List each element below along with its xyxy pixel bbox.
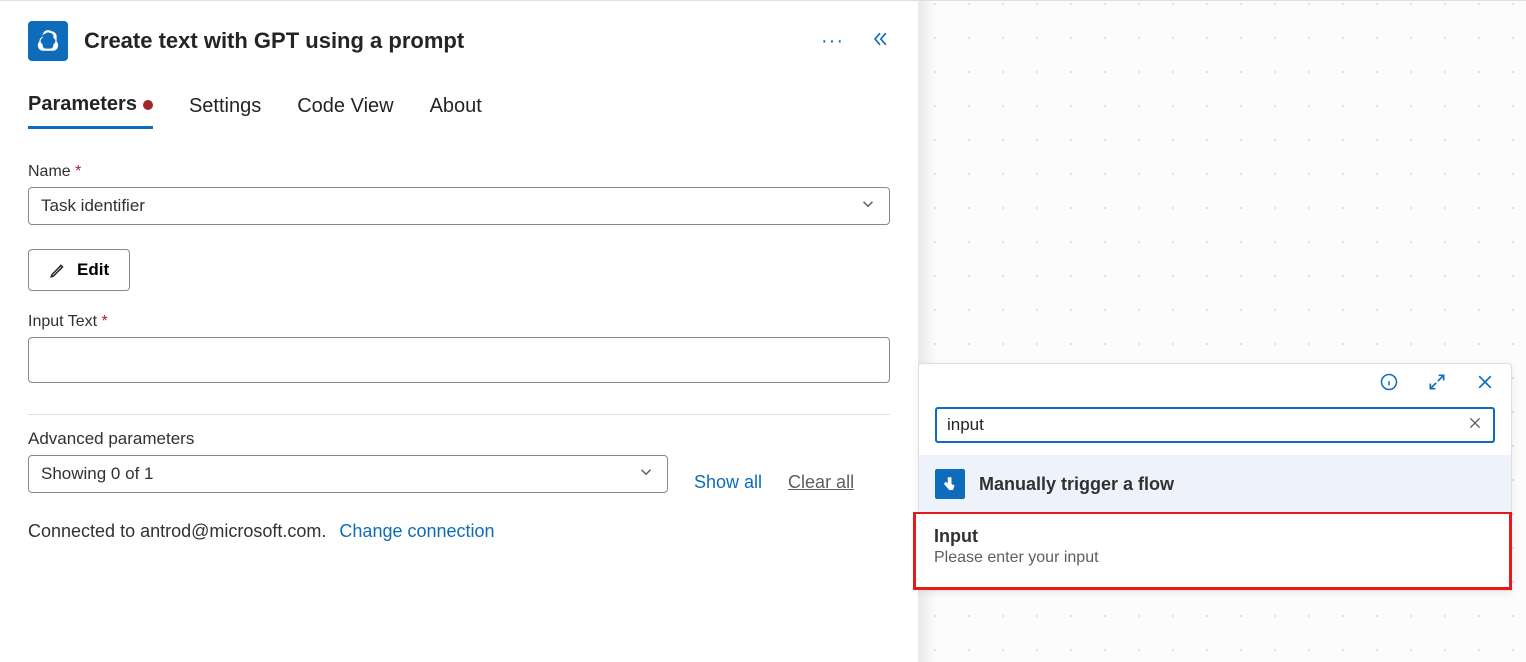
clear-search-icon[interactable] xyxy=(1467,415,1483,436)
info-icon[interactable] xyxy=(1379,372,1399,397)
connection-prefix: Connected to xyxy=(28,521,140,541)
divider xyxy=(28,414,890,415)
chevron-down-icon xyxy=(637,463,655,486)
search-input[interactable] xyxy=(947,415,1467,435)
gpt-action-icon xyxy=(28,21,68,61)
input-text-field[interactable] xyxy=(28,337,890,383)
pencil-icon xyxy=(49,261,67,279)
tab-bar: Parameters Settings Code View About xyxy=(28,89,890,129)
tab-parameters[interactable]: Parameters xyxy=(28,89,153,129)
edit-button[interactable]: Edit xyxy=(28,249,130,291)
close-icon[interactable] xyxy=(1475,372,1495,397)
name-select[interactable]: Task identifier xyxy=(28,187,890,225)
name-select-value: Task identifier xyxy=(41,196,145,216)
chevron-down-icon xyxy=(859,195,877,218)
dynamic-content-search[interactable] xyxy=(935,407,1495,443)
result-subtitle: Please enter your input xyxy=(934,549,1491,567)
canvas-area: Manually trigger a flow Input Please ent… xyxy=(918,1,1526,662)
tab-parameters-label: Parameters xyxy=(28,93,137,116)
manual-trigger-icon xyxy=(935,469,965,499)
name-label: Name * xyxy=(28,163,890,181)
tab-settings[interactable]: Settings xyxy=(189,89,261,129)
dynamic-content-item-input[interactable]: Input Please enter your input xyxy=(913,512,1512,590)
trigger-section-header[interactable]: Manually trigger a flow xyxy=(919,455,1511,513)
tab-required-badge xyxy=(143,100,153,110)
dynamic-content-popup: Manually trigger a flow Input Please ent… xyxy=(918,363,1512,591)
tab-about[interactable]: About xyxy=(430,89,482,129)
advanced-parameters-label: Advanced parameters xyxy=(28,429,890,449)
advanced-select[interactable]: Showing 0 of 1 xyxy=(28,455,668,493)
more-menu-icon[interactable]: ··· xyxy=(821,30,844,53)
advanced-select-value: Showing 0 of 1 xyxy=(41,464,153,484)
change-connection-link[interactable]: Change connection xyxy=(339,521,494,541)
expand-icon[interactable] xyxy=(1427,372,1447,397)
edit-button-label: Edit xyxy=(77,260,109,280)
show-all-link[interactable]: Show all xyxy=(694,472,762,493)
result-title: Input xyxy=(934,526,1491,547)
tab-codeview[interactable]: Code View xyxy=(297,89,393,129)
action-title: Create text with GPT using a prompt xyxy=(84,28,821,54)
clear-all-link[interactable]: Clear all xyxy=(788,472,854,493)
collapse-panel-icon[interactable] xyxy=(870,29,890,54)
connection-account: antrod@microsoft.com. xyxy=(140,521,326,541)
input-text-label: Input Text * xyxy=(28,313,890,331)
trigger-section-title: Manually trigger a flow xyxy=(979,474,1174,495)
